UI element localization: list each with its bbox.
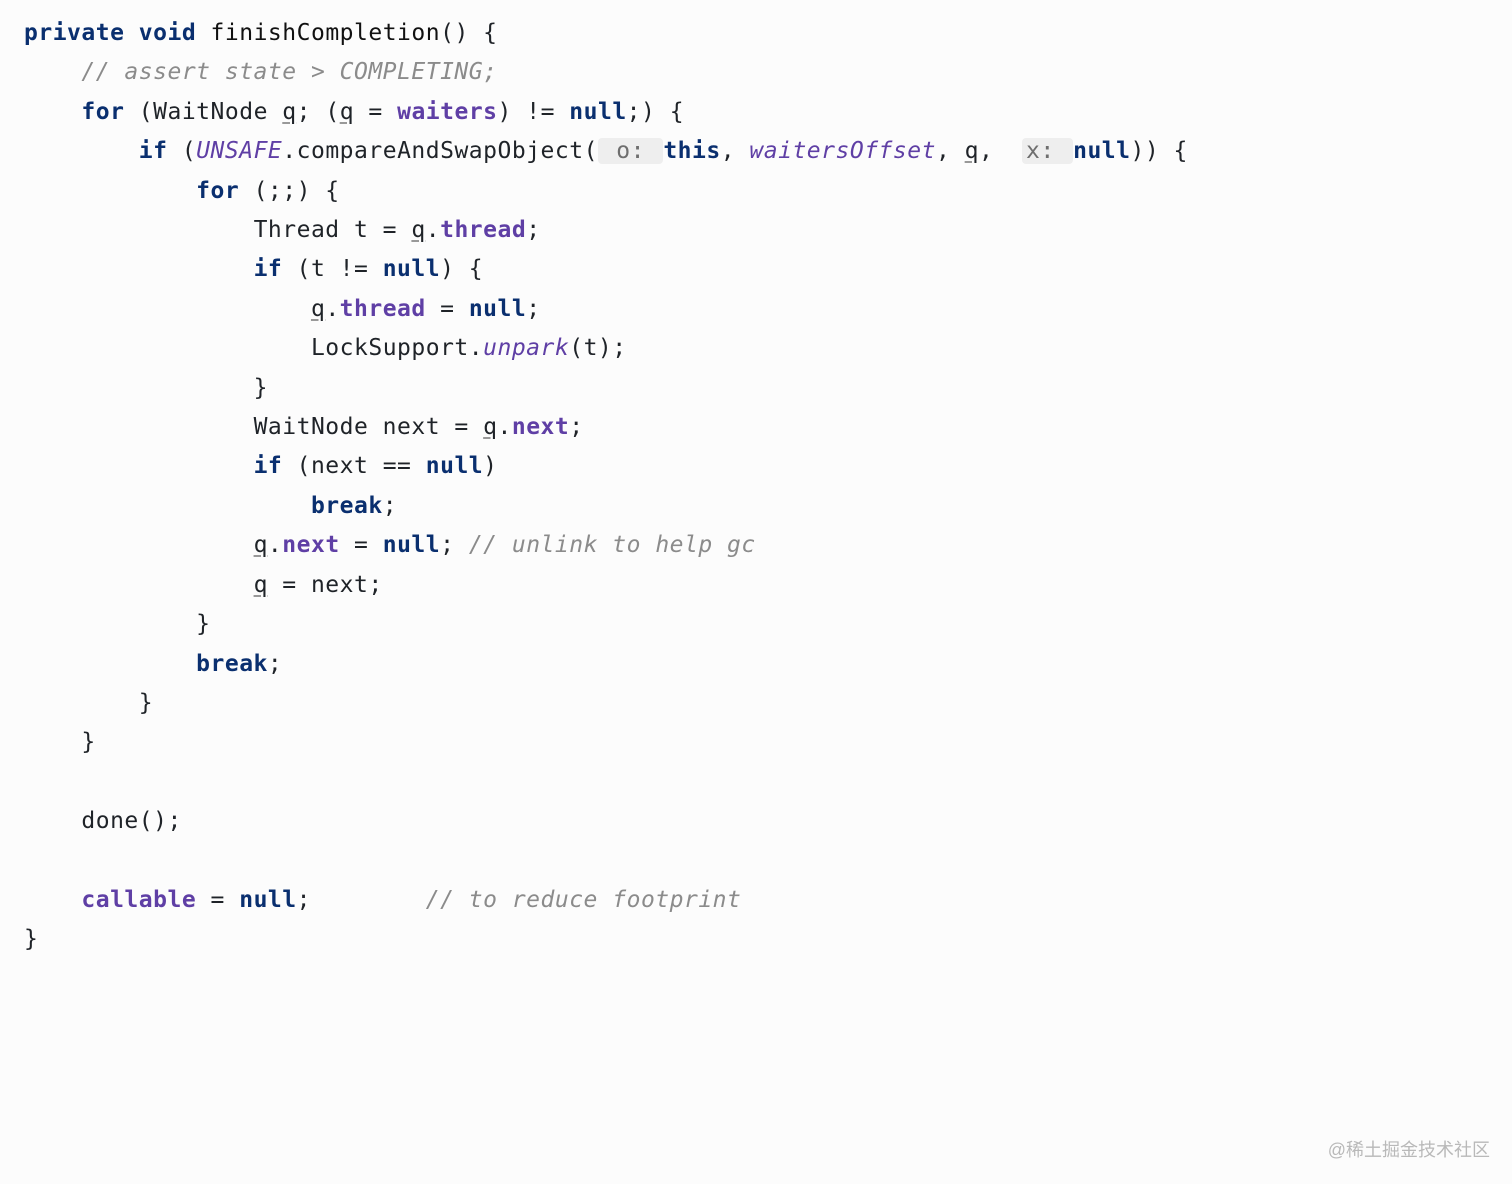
- method-name: finishCompletion: [211, 20, 441, 46]
- param-hint: x:: [1022, 138, 1073, 164]
- kw-void: void: [139, 20, 196, 46]
- code-block: private void finishCompletion() { // ass…: [0, 0, 1512, 960]
- watermark: @稀土掘金技术社区: [1328, 1131, 1490, 1170]
- kw-for: for: [196, 178, 239, 204]
- kw-break: break: [196, 651, 268, 677]
- kw-if: if: [254, 453, 283, 479]
- param-hint: o:: [598, 138, 663, 164]
- comment: // unlink to help gc: [469, 532, 756, 558]
- kw-private: private: [24, 20, 124, 46]
- kw-break: break: [311, 493, 383, 519]
- unsafe-ref: UNSAFE: [196, 138, 282, 164]
- kw-if: if: [139, 138, 168, 164]
- kw-if: if: [254, 256, 283, 282]
- comment: // assert state > COMPLETING;: [81, 59, 497, 85]
- kw-for: for: [81, 99, 124, 125]
- comment: // to reduce footprint: [426, 887, 742, 913]
